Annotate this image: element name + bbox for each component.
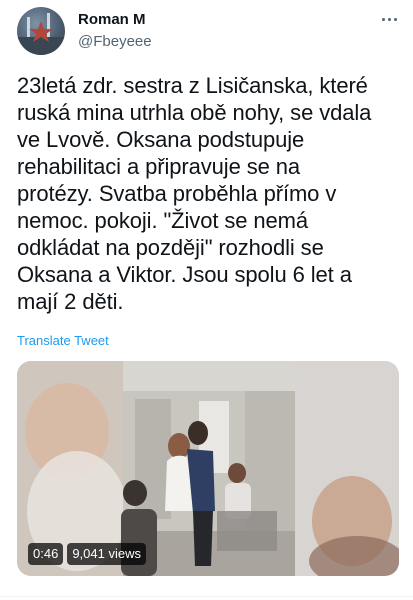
more-horizontal-icon[interactable]: [374, 6, 404, 32]
translate-tweet-link[interactable]: Translate Tweet: [17, 333, 109, 348]
author-name[interactable]: Roman M: [78, 11, 146, 28]
video-duration: 0:46: [28, 543, 64, 565]
video-views: 9,041 views: [67, 543, 146, 565]
tweet-card: Roman M @Fbeyeee 23letá zdr. sestra z Li…: [0, 0, 413, 600]
author-handle[interactable]: @Fbeyeee: [78, 33, 152, 50]
avatar[interactable]: [17, 7, 65, 55]
avatar-star-icon: [17, 13, 65, 55]
divider: [0, 596, 413, 597]
tweet-text: 23letá zdr. sestra z Lisičanska, které r…: [17, 73, 372, 314]
video-stats-badge: 0:46 9,041 views: [28, 543, 146, 565]
